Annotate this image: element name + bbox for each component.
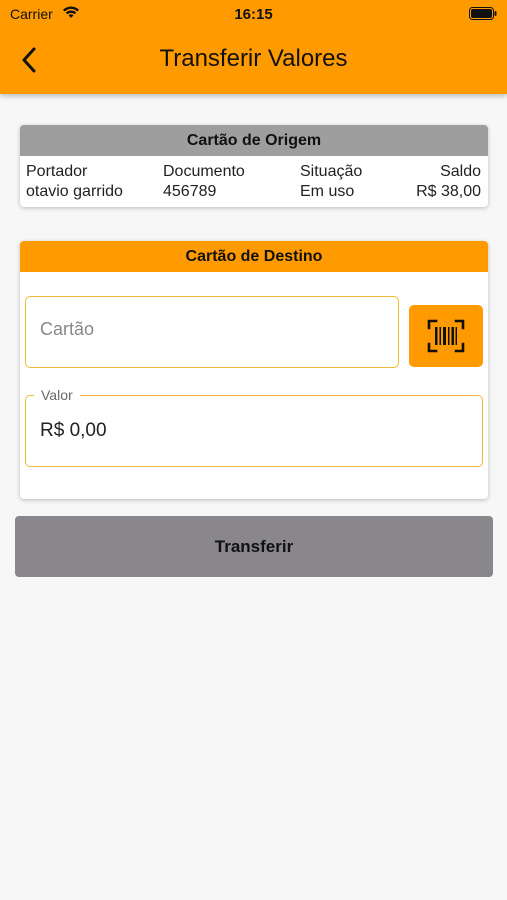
document-value: 456789 — [163, 183, 217, 200]
holder-label: Portador — [26, 163, 88, 180]
origin-card-title: Cartão de Origem — [20, 125, 488, 156]
page-title: Transferir Valores — [159, 45, 348, 72]
battery-icon — [469, 7, 497, 20]
app-header: Carrier 16:15 Transferir Valores — [0, 0, 507, 94]
balance-label: Saldo — [440, 163, 481, 180]
holder-column: Portador otavio garrido — [26, 162, 123, 202]
holder-value: otavio garrido — [26, 183, 123, 200]
card-number-input[interactable] — [40, 319, 380, 340]
balance-value: R$ 38,00 — [416, 183, 481, 200]
origin-card: Cartão de Origem Portador otavio garrido… — [20, 125, 488, 207]
status-bar: Carrier 16:15 — [0, 0, 507, 30]
transfer-button[interactable]: Transferir — [15, 516, 493, 577]
card-number-field[interactable] — [25, 296, 399, 368]
document-label: Documento — [163, 163, 245, 180]
origin-card-details: Portador otavio garrido Documento 456789… — [20, 156, 488, 207]
barcode-scan-icon — [427, 319, 465, 353]
status-value: Em uso — [300, 183, 355, 200]
scan-barcode-button[interactable] — [409, 305, 483, 367]
status-label: Situação — [300, 163, 363, 180]
clock: 16:15 — [234, 6, 273, 23]
destination-card-title: Cartão de Destino — [20, 241, 488, 272]
amount-input[interactable] — [40, 420, 460, 442]
balance-column: Saldo R$ 38,00 — [416, 162, 481, 202]
amount-field[interactable]: Valor — [25, 387, 483, 467]
amount-label: Valor — [34, 387, 80, 403]
status-column: Situação Em uso — [300, 162, 362, 202]
document-column: Documento 456789 — [163, 162, 245, 202]
